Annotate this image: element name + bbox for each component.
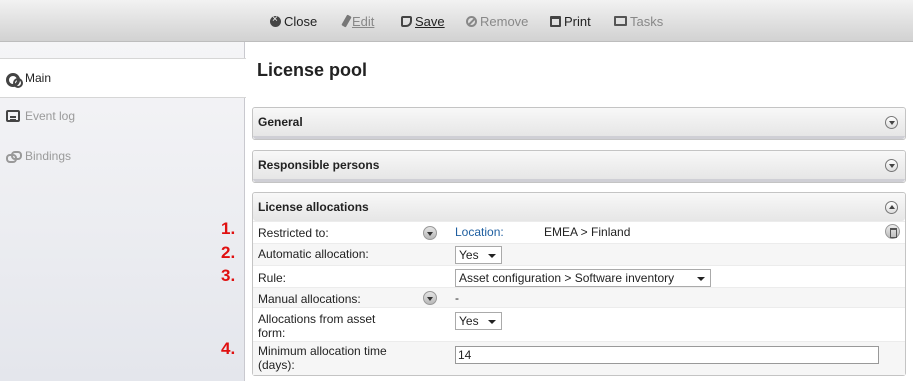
collapse-icon[interactable] — [885, 201, 898, 214]
panel-title: License allocations — [258, 200, 369, 214]
page-title: License pool — [257, 60, 368, 80]
save-button[interactable]: Save — [401, 13, 445, 29]
rule-label: Rule: — [258, 271, 287, 285]
panel-general-header[interactable]: General — [253, 108, 905, 139]
row-manual-allocations: Manual allocations: - — [253, 287, 905, 307]
sidebar-item-label: Main — [25, 71, 52, 85]
manual-allocations-label: Manual allocations: — [258, 292, 361, 306]
pencil-icon — [341, 14, 352, 28]
tasks-label: Tasks — [630, 13, 664, 29]
asset-form-label-line1: Allocations from asset — [258, 312, 376, 326]
save-icon — [401, 15, 412, 27]
select-value: Yes — [459, 248, 479, 262]
save-label: Save — [415, 13, 445, 29]
annotation-marker-2: 2. — [221, 243, 236, 262]
print-label: Print — [564, 13, 591, 29]
panel-allocations-header[interactable]: License allocations — [253, 193, 905, 221]
edit-button[interactable]: Edit — [341, 13, 374, 29]
remove-label: Remove — [480, 13, 529, 29]
tasks-button[interactable]: Tasks — [614, 13, 663, 29]
select-value: Asset configuration > Software inventory — [459, 271, 675, 285]
remove-button[interactable]: Remove — [466, 13, 528, 29]
auto-allocation-label: Automatic allocation: — [258, 247, 369, 261]
panel-responsible-header[interactable]: Responsible persons — [253, 151, 905, 182]
annotation-marker-3: 3. — [221, 266, 236, 285]
panel-license-allocations: License allocations Restricted to: Locat… — [252, 192, 906, 376]
row-minimum-allocation-time: Minimum allocation time (days): — [253, 341, 905, 375]
toolbar: Close Edit Save Remove Print Tasks — [0, 0, 913, 42]
min-time-label-line1: Minimum allocation time — [258, 344, 387, 358]
print-button[interactable]: Print — [550, 13, 591, 29]
chevron-down-icon — [488, 320, 496, 324]
print-icon — [550, 15, 561, 27]
location-value: EMEA > Finland — [544, 225, 631, 239]
delete-icon[interactable] — [885, 224, 900, 239]
sidebar-item-label: Bindings — [25, 149, 72, 163]
sidebar-item-bindings[interactable]: Bindings — [0, 136, 245, 176]
location-link[interactable]: Location: — [455, 225, 504, 239]
sidebar-item-event-log[interactable]: Event log — [0, 96, 245, 136]
remove-icon — [466, 15, 477, 27]
dropdown-toggle-icon[interactable] — [423, 291, 437, 305]
annotation-marker-1: 1. — [221, 219, 236, 238]
dropdown-toggle-icon[interactable] — [423, 226, 437, 240]
chevron-down-icon — [488, 254, 496, 258]
asset-form-select[interactable]: Yes — [455, 312, 502, 330]
close-icon — [270, 14, 281, 27]
manual-allocations-value: - — [455, 291, 459, 305]
expand-icon[interactable] — [885, 116, 898, 129]
sidebar-item-main[interactable]: Main — [0, 58, 246, 98]
event-log-icon — [6, 110, 20, 122]
panel-title: Responsible persons — [258, 158, 380, 172]
restricted-label: Restricted to: — [258, 226, 329, 240]
asset-form-label-line2: form: — [258, 326, 286, 340]
edit-label: Edit — [352, 13, 375, 29]
sidebar: Main Event log Bindings — [0, 42, 246, 381]
min-time-label-line2: (days): — [258, 358, 295, 372]
annotation-marker-4: 4. — [221, 339, 236, 358]
bindings-icon — [6, 149, 22, 163]
close-label: Close — [284, 13, 318, 29]
row-automatic-allocation: Automatic allocation: Yes — [253, 243, 905, 265]
rule-select[interactable]: Asset configuration > Software inventory — [455, 269, 711, 287]
panel-title: General — [258, 115, 303, 129]
panel-general: General — [252, 107, 906, 140]
gears-icon — [6, 71, 23, 88]
row-rule: Rule: Asset configuration > Software inv… — [253, 265, 905, 287]
row-restricted-to: Restricted to: Location: EMEA > Finland — [253, 221, 905, 243]
auto-allocation-select[interactable]: Yes — [455, 246, 502, 264]
row-asset-form-allocations: Allocations from asset form: Yes — [253, 307, 905, 341]
chevron-down-icon — [697, 277, 705, 281]
tasks-icon — [614, 16, 627, 26]
select-value: Yes — [459, 314, 479, 328]
expand-icon[interactable] — [885, 159, 898, 172]
close-button[interactable]: Close — [270, 13, 317, 29]
min-time-input[interactable] — [455, 346, 879, 364]
panel-responsible-persons: Responsible persons — [252, 150, 906, 183]
sidebar-item-label: Event log — [25, 109, 76, 123]
